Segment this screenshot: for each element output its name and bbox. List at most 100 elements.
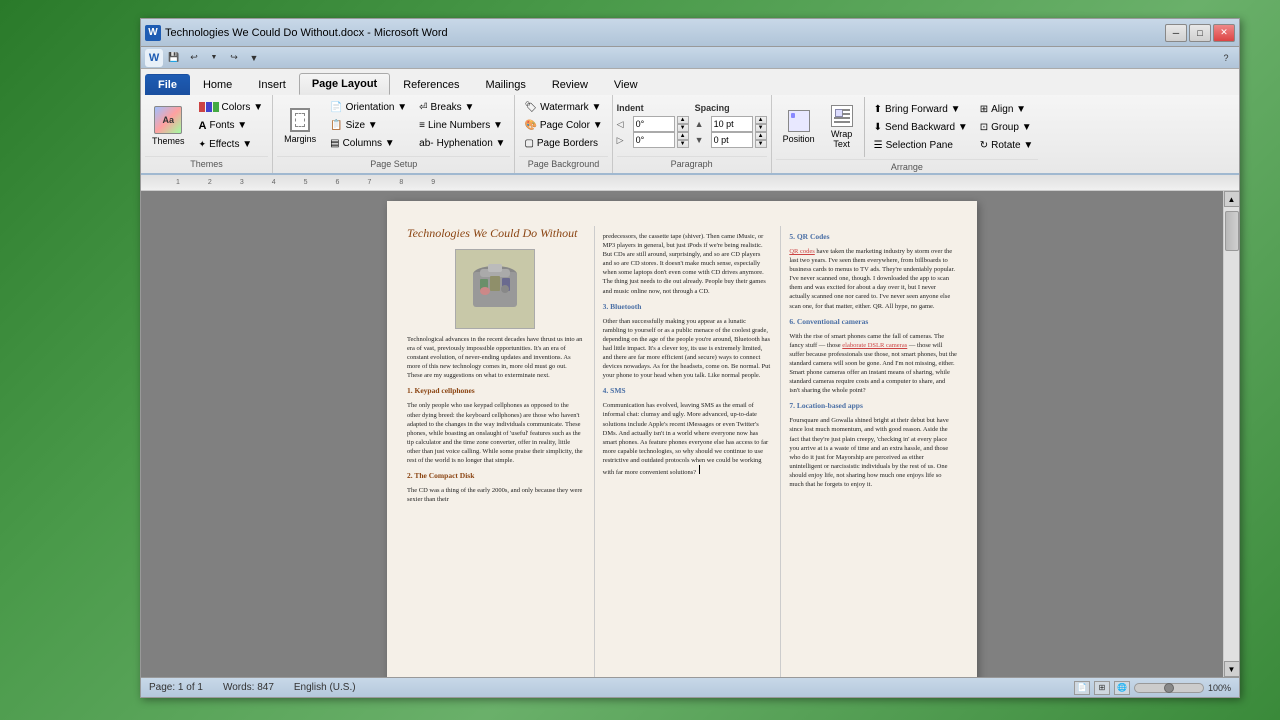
document-col1: Technologies We Could Do Without [407, 226, 584, 677]
full-screen-btn[interactable]: ⊞ [1094, 681, 1110, 695]
ruler-marks: 1 2 3 4 5 6 7 8 9 [176, 179, 435, 186]
paragraph-group: Indent ◁ ▲ ▼ ▷ [613, 95, 772, 173]
group-button[interactable]: ⊡ Group ▼ [975, 119, 1039, 136]
themes-button[interactable]: Aa Themes [145, 100, 192, 152]
scroll-thumb[interactable] [1225, 211, 1239, 251]
page-setup-content: Margins 📄 Orientation ▼ 📋 Size ▼ ▤ Colum… [277, 97, 510, 154]
hyphenation-button[interactable]: ab- Hyphenation ▼ [414, 135, 510, 152]
section6-body: With the rise of smart phones came the f… [789, 332, 957, 396]
selection-pane-button[interactable]: ☰ Selection Pane [869, 137, 973, 154]
spacing-before-spinners: ▲ ▼ [755, 116, 767, 132]
paragraph-group-label: Paragraph [617, 156, 767, 171]
breaks-button[interactable]: ⏎ Breaks ▼ [414, 99, 510, 116]
qr-link: QR codes [789, 248, 814, 255]
tab-page-layout[interactable]: Page Layout [299, 73, 390, 95]
fonts-icon: A [199, 120, 207, 132]
page-color-icon: 🎨 [524, 120, 536, 131]
breaks-label: Breaks ▼ [431, 102, 475, 113]
section5-body-text: have taken the marketing industry by sto… [789, 248, 955, 310]
tab-mailings[interactable]: Mailings [472, 74, 538, 95]
orientation-button[interactable]: 📄 Orientation ▼ [325, 99, 412, 116]
rotate-icon: ↻ [980, 140, 988, 151]
page-borders-label: Page Borders [537, 138, 598, 149]
document-page[interactable]: Technologies We Could Do Without [387, 201, 977, 677]
margins-button[interactable]: Margins [277, 100, 323, 152]
redo-qa-button[interactable]: ↪ [225, 49, 243, 67]
trash-svg [460, 254, 530, 324]
spacing-after-label: ▼ [695, 135, 709, 145]
indent-left-down[interactable]: ▼ [677, 124, 689, 132]
article-image [455, 249, 535, 329]
document-col2: predecessors, the cassette tape (shiver)… [594, 226, 771, 677]
arrange-group-label: Arrange [776, 159, 1039, 174]
spacing-after-down[interactable]: ▼ [755, 140, 767, 148]
indent-left-input[interactable] [633, 116, 675, 132]
indent-right-down[interactable]: ▼ [677, 140, 689, 148]
spacing-after-input[interactable] [711, 132, 753, 148]
scroll-down-button[interactable]: ▼ [1224, 661, 1240, 677]
page-color-button[interactable]: 🎨 Page Color ▼ [519, 117, 607, 134]
tab-file[interactable]: File [145, 74, 190, 95]
tab-view[interactable]: View [601, 74, 651, 95]
wrap-text-button[interactable]: WrapText [824, 101, 860, 153]
spacing-label: Spacing [695, 103, 767, 113]
orientation-icon: 📄 [330, 102, 342, 113]
ruler-mark: 4 [272, 179, 276, 186]
close-button[interactable]: ✕ [1213, 24, 1235, 42]
title-bar-controls: ─ □ ✕ [1165, 24, 1235, 42]
themes-group: Aa Themes Colors ▼ A Fonts ▼ [141, 95, 273, 173]
tab-references[interactable]: References [390, 74, 472, 95]
columns-button[interactable]: ▤ Columns ▼ [325, 135, 412, 152]
spacing-after-spinners: ▲ ▼ [755, 132, 767, 148]
restore-button[interactable]: □ [1189, 24, 1211, 42]
tab-home[interactable]: Home [190, 74, 245, 95]
watermark-button[interactable]: 🏷 Watermark ▼ [519, 99, 607, 116]
position-label: Position [783, 134, 815, 144]
page-background-stack: 🏷 Watermark ▼ 🎨 Page Color ▼ ▢ Page Bord… [519, 99, 607, 152]
effects-button[interactable]: ✦ Effects ▼ [194, 136, 269, 153]
page-borders-button[interactable]: ▢ Page Borders [519, 135, 607, 152]
zoom-thumb[interactable] [1164, 683, 1174, 693]
minimize-button[interactable]: ─ [1165, 24, 1187, 42]
indent-left-up[interactable]: ▲ [677, 116, 689, 124]
view-controls: 📄 ⊞ 🌐 100% [1074, 681, 1231, 695]
group-icon: ⊡ [980, 122, 988, 133]
spacing-before-input[interactable] [711, 116, 753, 132]
save-qa-button[interactable]: 💾 [165, 49, 183, 67]
breaks-icon: ⏎ [419, 102, 427, 113]
size-button[interactable]: 📋 Size ▼ [325, 117, 412, 134]
columns-icon: ▤ [330, 138, 339, 149]
page-borders-icon: ▢ [524, 138, 533, 149]
colors-button[interactable]: Colors ▼ [194, 99, 269, 116]
undo-qa-button[interactable]: ↩ [185, 49, 203, 67]
line-numbers-button[interactable]: ≡ Line Numbers ▼ [414, 117, 510, 134]
colors-label: Colors ▼ [222, 102, 264, 113]
title-bar-left: W Technologies We Could Do Without.docx … [145, 25, 448, 41]
position-button[interactable]: Position [776, 101, 822, 153]
help-button[interactable]: ? [1217, 49, 1235, 67]
bring-forward-button[interactable]: ⬆ Bring Forward ▼ [869, 101, 973, 118]
customize-qa-button[interactable]: ▼ [245, 49, 263, 67]
tab-insert[interactable]: Insert [245, 74, 299, 95]
spacing-before-up[interactable]: ▲ [755, 116, 767, 124]
spacing-before-down[interactable]: ▼ [755, 124, 767, 132]
align-button[interactable]: ⊞ Align ▼ [975, 101, 1039, 118]
print-layout-btn[interactable]: 📄 [1074, 681, 1090, 695]
vertical-scrollbar: ▲ ▼ [1223, 191, 1239, 677]
tab-review[interactable]: Review [539, 74, 601, 95]
indent-right-up[interactable]: ▲ [677, 132, 689, 140]
ruler-mark: 6 [336, 179, 340, 186]
fonts-button[interactable]: A Fonts ▼ [194, 117, 269, 135]
rotate-button[interactable]: ↻ Rotate ▼ [975, 137, 1039, 154]
spacing-after-row: ▼ ▲ ▼ [695, 132, 767, 148]
undo-arrow-button[interactable]: ▼ [205, 49, 223, 67]
spacing-after-up[interactable]: ▲ [755, 132, 767, 140]
zoom-slider[interactable] [1134, 683, 1204, 693]
scroll-up-button[interactable]: ▲ [1224, 191, 1240, 207]
send-backward-button[interactable]: ⬇ Send Backward ▼ [869, 119, 973, 136]
web-layout-btn[interactable]: 🌐 [1114, 681, 1130, 695]
orientation-label: Orientation ▼ [346, 102, 408, 113]
fonts-label: Fonts ▼ [209, 120, 247, 131]
indent-right-input[interactable] [633, 132, 675, 148]
indent-right-row: ▷ ▲ ▼ [617, 132, 689, 148]
